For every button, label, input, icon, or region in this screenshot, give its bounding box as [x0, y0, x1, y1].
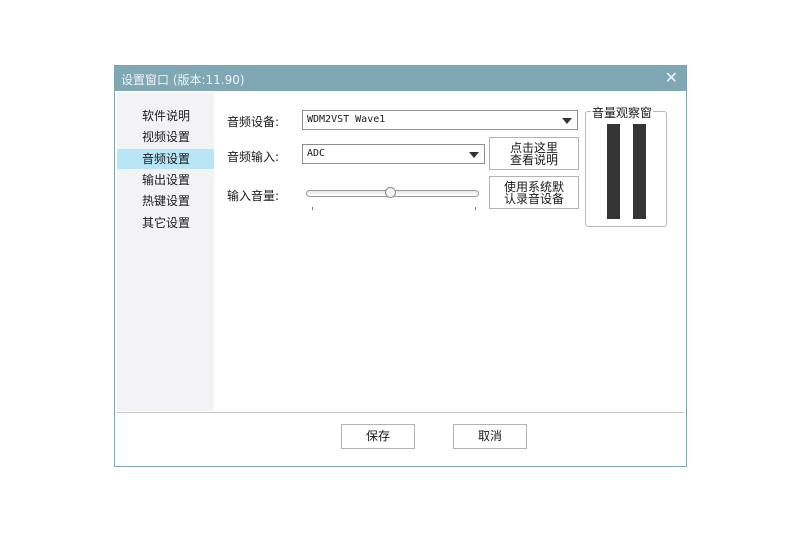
audio-input-select[interactable]: ADC — [302, 144, 485, 164]
audio-input-label: 音频输入: — [227, 150, 280, 164]
view-help-button[interactable]: 点击这里 查看说明 — [489, 137, 579, 170]
title-bar[interactable]: 设置窗口 (版本:11.90) ✕ — [115, 66, 686, 91]
sidebar-item-software-info[interactable]: 软件说明 — [117, 106, 214, 126]
audio-device-value: WDM2VST Wave1 — [307, 114, 386, 125]
save-button[interactable]: 保存 — [341, 424, 415, 449]
chevron-down-icon — [469, 152, 479, 158]
sidebar-item-other-settings[interactable]: 其它设置 — [117, 213, 214, 233]
view-help-line2: 查看说明 — [509, 153, 558, 167]
audio-device-select[interactable]: WDM2VST Wave1 — [302, 110, 578, 130]
audio-input-value: ADC — [307, 148, 326, 159]
audio-device-label: 音频设备: — [227, 115, 280, 129]
sidebar-item-video-settings[interactable]: 视频设置 — [117, 127, 214, 147]
volume-meter-bar-right — [633, 124, 646, 219]
sidebar-nav: 软件说明 视频设置 音频设置 输出设置 热键设置 其它设置 — [117, 93, 214, 411]
window-title: 设置窗口 (版本:11.90) — [121, 73, 245, 87]
sidebar-item-output-settings[interactable]: 输出设置 — [117, 170, 214, 190]
volume-meter-bar-left — [607, 124, 620, 219]
close-icon[interactable]: ✕ — [665, 68, 678, 88]
settings-window: 设置窗口 (版本:11.90) ✕ 软件说明 视频设置 音频设置 输出设置 热键… — [114, 65, 687, 467]
sidebar-item-hotkey-settings[interactable]: 热键设置 — [117, 191, 214, 211]
volume-meter-panel — [585, 111, 667, 227]
use-default-device-button[interactable]: 使用系统默 认录音设备 — [489, 176, 579, 209]
chevron-down-icon — [562, 118, 572, 124]
footer-divider — [117, 412, 684, 413]
sidebar-item-audio-settings[interactable]: 音频设置 — [117, 149, 214, 169]
input-volume-label: 输入音量: — [227, 189, 280, 203]
use-default-line2: 认录音设备 — [503, 192, 564, 206]
slider-tick-max — [475, 207, 476, 210]
cancel-button[interactable]: 取消 — [453, 424, 527, 449]
slider-tick-min — [312, 207, 313, 210]
volume-meter-title: 音量观察窗 — [591, 104, 654, 121]
